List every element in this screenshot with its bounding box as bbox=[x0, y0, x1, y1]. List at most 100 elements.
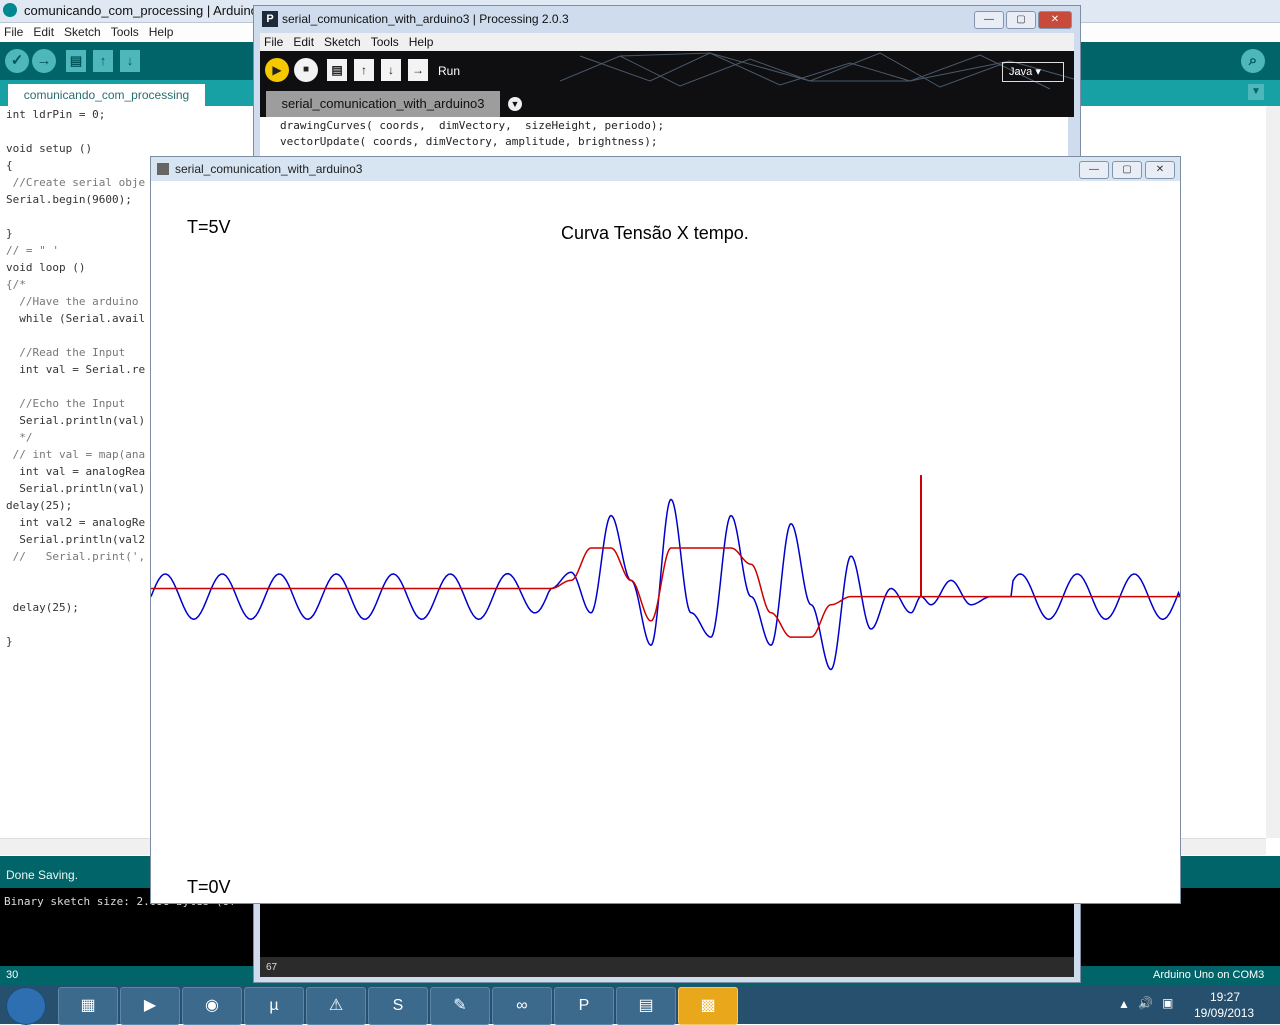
code-line: // Serial.print(', bbox=[6, 550, 146, 563]
blue-voltage-curve bbox=[151, 498, 1180, 671]
code-line: delay(25); bbox=[6, 601, 79, 614]
arduino-menu-help[interactable]: Help bbox=[149, 25, 174, 39]
code-line: Serial.begin(9600); bbox=[6, 193, 132, 206]
winrar-icon[interactable]: ▤ bbox=[616, 987, 676, 1025]
taskbar: ▲ 🔊 ▣ 19:27 19/09/2013 ▦ ▶ ◉ µ ⚠ S ✎ ∞ P ▤ ▩ bbox=[0, 985, 1280, 1025]
mode-label: Java bbox=[1009, 66, 1033, 78]
sketch-window: serial_comunication_with_arduino3 — ▢ ✕ … bbox=[150, 156, 1181, 904]
processing-menubar: File Edit Sketch Tools Help bbox=[260, 33, 1074, 51]
notepad-icon[interactable]: ✎ bbox=[430, 987, 490, 1025]
voltage-plot bbox=[151, 475, 1180, 671]
processing-menu-tools[interactable]: Tools bbox=[371, 35, 399, 49]
processing-tabbar: serial_comunication_with_arduino3 ▼ bbox=[260, 91, 1074, 117]
save-sketch-button[interactable]: ↓ bbox=[120, 50, 140, 72]
code-line: delay(25); bbox=[6, 499, 73, 512]
code-line: void setup () bbox=[6, 142, 93, 155]
processing-console bbox=[260, 901, 1074, 957]
open-sketch-button[interactable]: ↑ bbox=[93, 50, 113, 72]
run-label: Run bbox=[438, 64, 461, 78]
code-line: { bbox=[6, 159, 13, 172]
top-voltage-label: T=5V bbox=[187, 217, 231, 237]
arduino-menu-edit[interactable]: Edit bbox=[33, 25, 54, 39]
processing-menu-file[interactable]: File bbox=[264, 35, 283, 49]
code-line: Serial.println(val) bbox=[6, 482, 146, 495]
sketch-canvas: T=5V Curva Tensão X tempo. T=0V bbox=[151, 181, 1180, 903]
verify-button[interactable]: ✓ bbox=[5, 49, 29, 73]
arduino-menu-tools[interactable]: Tools bbox=[111, 25, 139, 39]
sketch-title: serial_comunication_with_arduino3 bbox=[175, 162, 363, 176]
processing-icon[interactable]: P bbox=[554, 987, 614, 1025]
serial-monitor-icon[interactable]: ⌕ bbox=[1241, 49, 1265, 73]
clock-date[interactable]: 19/09/2013 bbox=[1194, 1006, 1254, 1020]
tab-menu-icon[interactable]: ▼ bbox=[1248, 84, 1264, 100]
code-line: */ bbox=[6, 431, 33, 444]
sketch-window-icon bbox=[157, 163, 169, 175]
code-line: } bbox=[6, 635, 13, 648]
tab-dropdown-icon[interactable]: ▼ bbox=[508, 97, 522, 111]
warning-icon[interactable]: ⚠ bbox=[306, 987, 366, 1025]
minimize-button[interactable]: — bbox=[974, 11, 1004, 29]
processing-linebar: 67 bbox=[260, 957, 1074, 977]
export-button[interactable]: → bbox=[408, 59, 428, 81]
bottom-voltage-label: T=0V bbox=[187, 877, 231, 897]
code-line: // int val = map(ana bbox=[6, 448, 146, 461]
code-line: // = " ' bbox=[6, 244, 59, 257]
new-sketch-button[interactable]: ▤ bbox=[66, 50, 86, 72]
maximize-button[interactable]: ▢ bbox=[1006, 11, 1036, 29]
code-line: int ldrPin = 0; bbox=[6, 108, 106, 121]
clock-time[interactable]: 19:27 bbox=[1210, 990, 1240, 1004]
code-line: void loop () bbox=[6, 261, 86, 274]
code-line: int val = analogRea bbox=[6, 465, 146, 478]
toolbar-network-graphic bbox=[560, 52, 1074, 90]
arduino-title: comunicando_com_processing | Arduino 1 bbox=[24, 3, 269, 18]
processing-logo-icon: P bbox=[262, 11, 278, 27]
processing-toolbar: ▶ ■ ▤ ↑ ↓ → Run Java ▾ bbox=[260, 51, 1074, 91]
arduino-icon[interactable]: ∞ bbox=[492, 987, 552, 1025]
processing-menu-edit[interactable]: Edit bbox=[293, 35, 314, 49]
sketch-maximize-button[interactable]: ▢ bbox=[1112, 161, 1142, 179]
processing-tab[interactable]: serial_comunication_with_arduino3 bbox=[266, 91, 500, 117]
arduino-vertical-scrollbar[interactable] bbox=[1266, 106, 1280, 838]
close-button[interactable]: ✕ bbox=[1038, 11, 1072, 29]
arduino-line-number: 30 bbox=[6, 969, 19, 981]
arduino-tab[interactable]: comunicando_com_processing bbox=[8, 84, 205, 106]
arduino-menu-sketch[interactable]: Sketch bbox=[64, 25, 101, 39]
sketch-icon[interactable]: ▩ bbox=[678, 987, 738, 1025]
upload-button[interactable]: → bbox=[32, 49, 56, 73]
code-line: while (Serial.avail bbox=[6, 312, 146, 325]
explorer-icon[interactable]: ▦ bbox=[58, 987, 118, 1025]
processing-menu-help[interactable]: Help bbox=[409, 35, 434, 49]
new-button[interactable]: ▤ bbox=[327, 59, 347, 81]
skype-icon[interactable]: S bbox=[368, 987, 428, 1025]
save-button[interactable]: ↓ bbox=[381, 59, 401, 81]
arduino-menu-file[interactable]: File bbox=[4, 25, 23, 39]
code-line: //Have the arduino bbox=[6, 295, 139, 308]
code-line: //Create serial obje bbox=[6, 176, 146, 189]
mode-selector[interactable]: Java ▾ bbox=[1002, 62, 1064, 82]
utorrent-icon[interactable]: µ bbox=[244, 987, 304, 1025]
open-button[interactable]: ↑ bbox=[354, 59, 374, 81]
code-line: vectorUpdate( coords, dimVectory, amplit… bbox=[280, 135, 658, 148]
volume-icon[interactable]: 🔊 bbox=[1138, 996, 1153, 1010]
code-line: int val2 = analogRe bbox=[6, 516, 146, 529]
plot-title: Curva Tensão X tempo. bbox=[561, 223, 749, 243]
sketch-close-button[interactable]: ✕ bbox=[1145, 161, 1175, 179]
sketch-titlebar[interactable]: serial_comunication_with_arduino3 — ▢ ✕ bbox=[151, 157, 1180, 181]
run-button[interactable]: ▶ bbox=[265, 58, 289, 82]
sketch-minimize-button[interactable]: — bbox=[1079, 161, 1109, 179]
arduino-logo-icon bbox=[3, 3, 17, 17]
code-line: {/* bbox=[6, 278, 26, 291]
code-line: drawingCurves( coords, dimVectory, sizeH… bbox=[280, 119, 665, 132]
chrome-icon[interactable]: ◉ bbox=[182, 987, 242, 1025]
code-line: //Echo the Input bbox=[6, 397, 126, 410]
show-hidden-icons-icon[interactable]: ▲ bbox=[1118, 997, 1130, 1011]
media-player-icon[interactable]: ▶ bbox=[120, 987, 180, 1025]
stop-button[interactable]: ■ bbox=[294, 58, 318, 82]
processing-title: serial_comunication_with_arduino3 | Proc… bbox=[282, 12, 569, 26]
start-button[interactable] bbox=[6, 987, 46, 1025]
processing-code-editor[interactable]: drawingCurves( coords, dimVectory, sizeH… bbox=[260, 117, 1068, 157]
arduino-status-text: Done Saving. bbox=[6, 868, 79, 882]
processing-menu-sketch[interactable]: Sketch bbox=[324, 35, 361, 49]
network-icon[interactable]: ▣ bbox=[1162, 996, 1173, 1010]
code-line: int val = Serial.re bbox=[6, 363, 146, 376]
